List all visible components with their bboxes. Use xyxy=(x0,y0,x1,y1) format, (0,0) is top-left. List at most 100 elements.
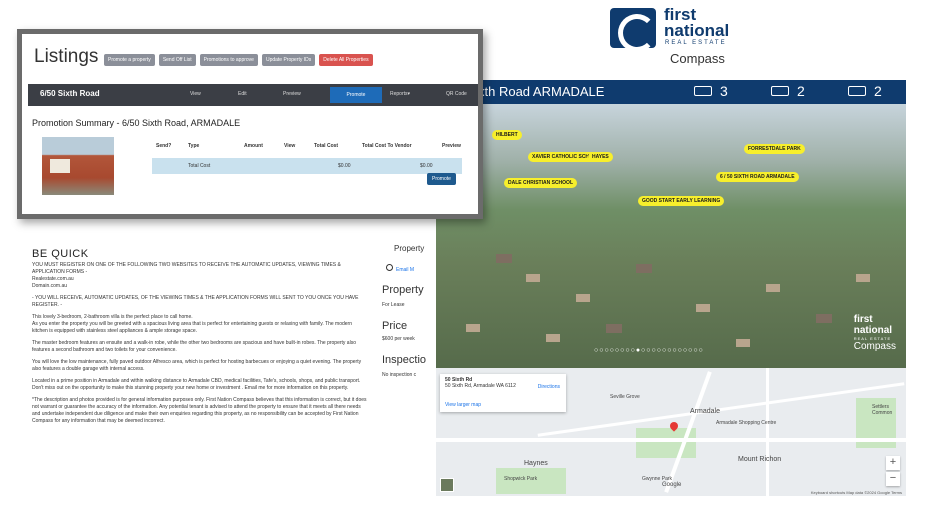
nav-view[interactable]: View xyxy=(190,91,201,97)
property-title: xth Road ARMADALE xyxy=(478,84,605,99)
property-thumbnail xyxy=(42,137,114,195)
disclaimer: *The description and photos provided is … xyxy=(32,397,367,424)
photo-carousel-dots[interactable]: ○○○○○○○○●○○○○○○○○○○○○ xyxy=(594,347,704,354)
watermark-first: first xyxy=(853,314,873,325)
description-paragraph: Located in a prime position in Armadale … xyxy=(32,378,361,391)
total-cost-label: Total Cost xyxy=(188,163,211,169)
bedrooms-count: 3 xyxy=(720,83,728,99)
desc-domain: Domain.com.au xyxy=(32,283,68,289)
map-footer: Keyboard shortcuts Map data ©2024 Google… xyxy=(810,490,902,495)
nav-preview[interactable]: Preview xyxy=(283,91,301,97)
desc-realestate: Realestate.com.au xyxy=(32,276,74,282)
map-label: Haynes xyxy=(524,460,548,467)
send-off-list-button[interactable]: Send Off List xyxy=(158,54,196,66)
google-map[interactable]: 50 Sixth Rd 50 Sixth Rd, Armadale WA 611… xyxy=(436,368,906,496)
map-label: Mount Richon xyxy=(738,456,782,463)
zoom-out-button[interactable]: − xyxy=(886,472,900,486)
description-paragraph: This lovely 3-bedroom, 2-bathroom villa … xyxy=(32,314,367,335)
col-total-vendor: Total Cost To Vendor xyxy=(362,143,412,149)
description-title: BE QUICK xyxy=(32,248,89,260)
car-icon xyxy=(848,86,866,96)
col-type: Type xyxy=(188,143,200,149)
col-view: View xyxy=(284,143,296,149)
bed-icon xyxy=(694,86,712,96)
map-info-card: 50 Sixth Rd 50 Sixth Rd, Armadale WA 611… xyxy=(440,374,566,412)
map-satellite-toggle[interactable] xyxy=(440,478,454,492)
map-tag: HAYES xyxy=(588,152,613,162)
desc-p3: This lovely 3-bedroom, 2-bathroom villa … xyxy=(32,314,193,320)
listings-title: Listings xyxy=(34,46,99,67)
bathrooms-feature: 2 xyxy=(771,83,805,99)
bath-icon xyxy=(771,86,789,96)
side-price-value: $600 per week xyxy=(382,336,415,342)
map-label: Settlers Common xyxy=(872,404,893,416)
map-tag: HILBERT xyxy=(492,130,522,140)
side-inspection-heading: Inspectio xyxy=(382,354,427,366)
logo-text-real-estate: REAL ESTATE xyxy=(665,40,727,46)
property-description: BE QUICK YOU MUST REGISTER ON ONE OF THE… xyxy=(32,248,367,430)
description-paragraph: YOU MUST REGISTER ON ONE OF THE FOLLOWIN… xyxy=(32,262,367,290)
promotions-to-approve-button[interactable]: Promotions to approve xyxy=(199,54,258,66)
email-icon xyxy=(386,264,393,271)
col-preview: Preview xyxy=(442,143,461,149)
logo-text-national: national xyxy=(664,21,730,40)
table-header-row: Send? Type Amount View Total Cost Total … xyxy=(152,138,462,154)
delete-all-properties-button[interactable]: Delete All Properties xyxy=(319,54,373,66)
desc-p3b: As you enter the property you will be gr… xyxy=(32,321,352,334)
logo-text-compass: Compass xyxy=(670,51,725,66)
watermark-national: national xyxy=(853,325,893,336)
map-label: Seville Grove xyxy=(610,394,640,400)
aerial-photo[interactable]: HILBERT XAVIER CATHOLIC SCHOOL HAYES FOR… xyxy=(436,104,906,368)
listings-toolbar: Promote a property Send Off List Promoti… xyxy=(104,54,373,66)
desc-p1: YOU MUST REGISTER ON ONE OF THE FOLLOWIN… xyxy=(32,262,341,275)
property-header: xth Road ARMADALE 3 2 2 xyxy=(436,80,906,104)
description-paragraph: The master bedroom features an ensuite a… xyxy=(32,340,356,353)
map-label: Armadale xyxy=(690,408,720,415)
bedrooms-feature: 3 xyxy=(694,83,728,99)
map-label: Shopwick Park xyxy=(504,476,538,482)
side-price-heading: Price xyxy=(382,320,408,332)
promotion-summary-title: Promotion Summary - 6/50 Sixth Road, ARM… xyxy=(32,118,241,128)
email-agent-link[interactable]: Email M xyxy=(386,264,414,273)
description-paragraph: You will love the low maintenance, fully… xyxy=(32,359,362,372)
google-logo: Google xyxy=(662,482,682,488)
promote-property-button[interactable]: Promote a property xyxy=(104,54,155,66)
side-inspection-value: No inspection c xyxy=(382,372,417,378)
nav-edit[interactable]: Edit xyxy=(238,91,247,97)
col-amount: Amount xyxy=(244,143,263,149)
listings-admin-panel: Listings Promote a property Send Off Lis… xyxy=(17,29,483,219)
map-tag: FORRESTDALE PARK xyxy=(744,144,805,154)
map-tag: DALE CHRISTIAN SCHOOL xyxy=(504,178,577,188)
side-property-type-heading: Property xyxy=(382,284,424,296)
carspaces-count: 2 xyxy=(874,83,882,99)
aerial-watermark-logo: first national REAL ESTATE Compass xyxy=(854,314,896,352)
logo-mark-icon xyxy=(610,8,656,52)
nav-qr-code[interactable]: QR Code xyxy=(446,91,467,97)
side-property-heading: Property xyxy=(394,244,425,253)
zoom-in-button[interactable]: + xyxy=(886,456,900,470)
carspaces-feature: 2 xyxy=(848,83,882,99)
directions-link[interactable]: Directions xyxy=(538,384,560,390)
description-paragraph: - YOU WILL RECEIVE, AUTOMATIC UPDATES, O… xyxy=(32,295,359,308)
first-national-logo: first national REAL ESTATE Compass xyxy=(608,6,748,70)
map-label: Armadale Shopping Centre xyxy=(716,420,777,426)
watermark-compass: Compass xyxy=(853,341,896,352)
listing-nav-address: 6/50 Sixth Road xyxy=(40,89,100,98)
table-row: Total Cost $0.00 $0.00 xyxy=(152,158,462,174)
nav-reports-dropdown[interactable]: Reports▾ xyxy=(390,91,410,97)
view-larger-map-link[interactable]: View larger map xyxy=(445,402,481,408)
property-location-tag: 6 / 50 SIXTH ROAD ARMADALE xyxy=(716,172,799,182)
promote-button[interactable]: Promote xyxy=(427,173,456,185)
bathrooms-count: 2 xyxy=(797,83,805,99)
total-cost-value: $0.00 xyxy=(338,163,351,169)
update-property-ids-button[interactable]: Update Property IDs xyxy=(261,54,316,66)
total-vendor-value: $0.00 xyxy=(420,163,433,169)
side-for-lease: For Lease xyxy=(382,302,405,308)
promotion-table: Send? Type Amount View Total Cost Total … xyxy=(152,138,462,174)
map-tag: GOOD START EARLY LEARNING xyxy=(638,196,725,206)
email-agent-label: Email M xyxy=(396,267,415,273)
nav-promote[interactable]: Promote xyxy=(330,87,382,103)
listing-nav-bar: 6/50 Sixth Road View Edit Preview Promot… xyxy=(28,84,478,106)
col-send: Send? xyxy=(156,143,172,149)
col-total-cost: Total Cost xyxy=(314,143,339,149)
